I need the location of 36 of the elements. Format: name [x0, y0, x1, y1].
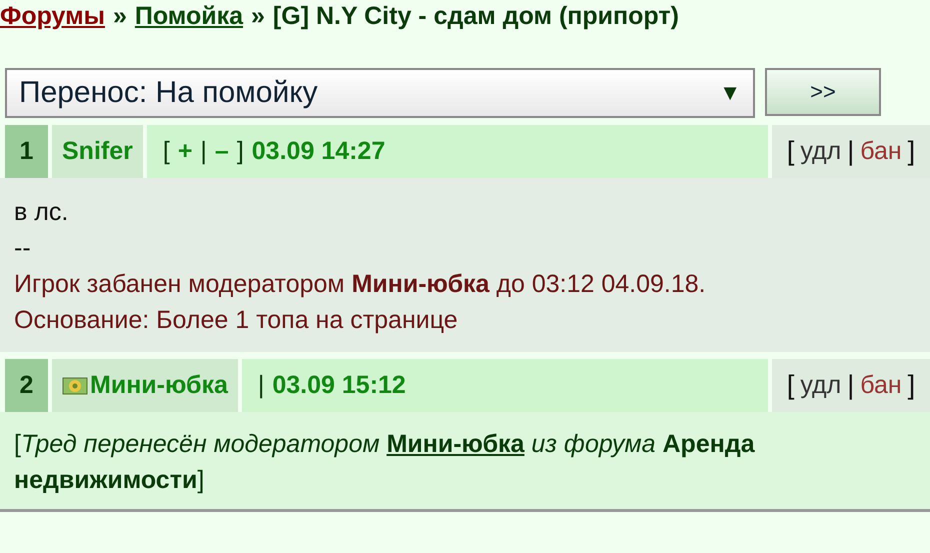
system-note: [Тред перенесён модератором Мини-юбка из форума Аренда недвижимости]	[14, 430, 755, 494]
separator: |	[847, 370, 854, 401]
separator: [	[162, 137, 170, 166]
vote-link[interactable]: –	[214, 137, 229, 166]
vote-link[interactable]: +	[178, 137, 192, 166]
post-time: 03.09 15:12	[272, 371, 406, 400]
separator: |	[258, 371, 264, 400]
post-number: 1	[5, 125, 48, 178]
go-button[interactable]: >>	[765, 68, 881, 116]
ban-link[interactable]: бан	[860, 371, 902, 400]
message-text: --	[14, 233, 32, 264]
breadcrumb-separator: »	[112, 2, 127, 31]
separator: ]	[236, 137, 244, 166]
separator: [	[786, 136, 794, 167]
ban-notice: Игрок забанен модератором Мини-юбка до 03:12 04.09.18.	[14, 269, 707, 300]
delete-link[interactable]: удл	[800, 137, 842, 166]
separator: [	[786, 370, 794, 401]
thread-title: [G] N.Y City - сдам дом (припорт)	[272, 2, 679, 31]
separator: |	[847, 136, 854, 167]
separator: |	[200, 137, 207, 166]
move-select[interactable]: Перенос: На помойку ▼	[5, 68, 755, 118]
breadcrumb-link[interactable]: Форумы	[0, 2, 105, 31]
breadcrumb-link[interactable]: Помойка	[134, 2, 244, 31]
ban-notice: Основание: Более 1 топа на странице	[14, 305, 459, 336]
author-link[interactable]: Snifer	[62, 137, 133, 166]
moderator-link[interactable]: Мини-юбка	[386, 430, 524, 458]
separator: ]	[908, 370, 916, 401]
post-time: 03.09 14:27	[252, 137, 386, 166]
separator: ]	[908, 136, 916, 167]
ban-link[interactable]: бан	[860, 137, 902, 166]
post-number: 2	[5, 359, 48, 412]
author-link[interactable]: Мини-юбка	[90, 371, 228, 400]
avatar-icon	[62, 376, 88, 394]
message-text: в лс.	[14, 197, 70, 228]
breadcrumb-separator: »	[251, 2, 265, 31]
delete-link[interactable]: удл	[800, 371, 842, 400]
